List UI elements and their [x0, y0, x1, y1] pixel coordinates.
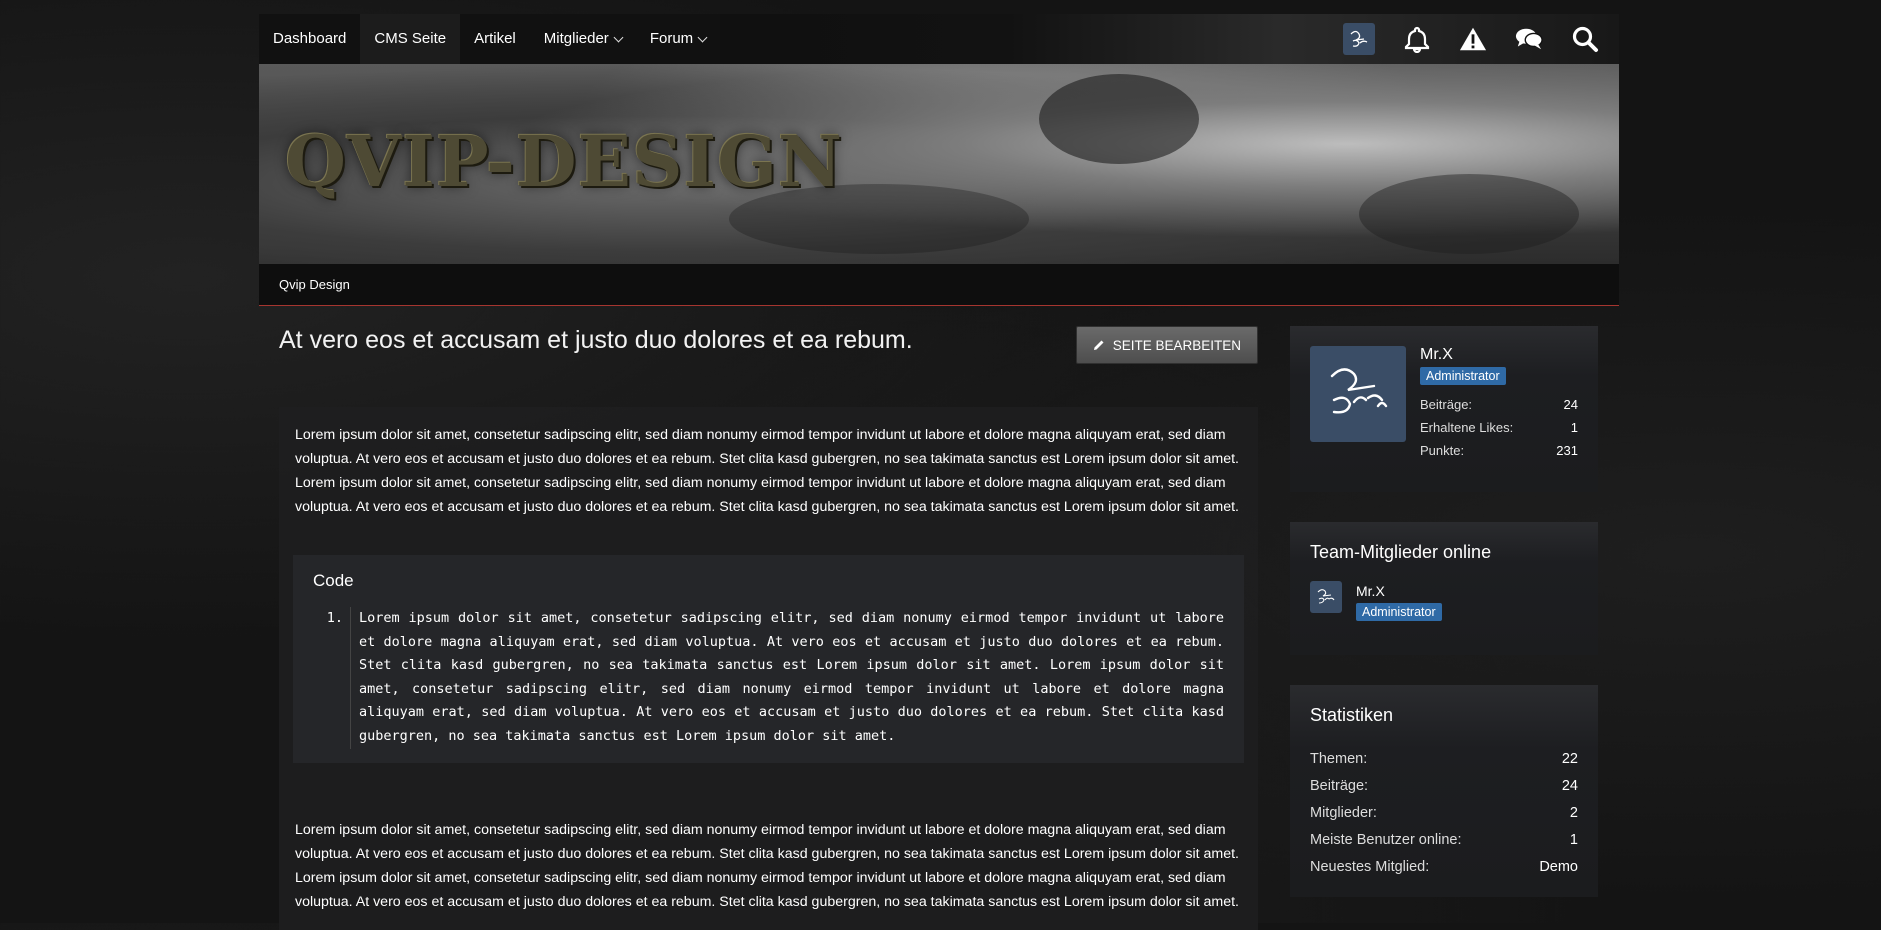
- user-avatar-large[interactable]: [1310, 346, 1406, 442]
- user-details: Mr.X Administrator Beiträge: 24 Erhaltene…: [1420, 346, 1578, 462]
- avatar-logo-icon: [1317, 589, 1335, 604]
- warning-icon[interactable]: [1459, 25, 1487, 53]
- content-paragraph: Lorem ipsum dolor sit amet, consetetur s…: [279, 407, 1258, 535]
- statistic-row: Beiträge: 24: [1310, 773, 1578, 800]
- user-stat-row: Erhaltene Likes: 1: [1420, 416, 1578, 439]
- user-name[interactable]: Mr.X: [1420, 346, 1578, 364]
- sidebar: Mr.X Administrator Beiträge: 24 Erhaltene…: [1290, 326, 1598, 927]
- bell-icon[interactable]: [1403, 25, 1431, 53]
- stat-label: Beiträge:: [1420, 397, 1473, 412]
- chat-icon[interactable]: [1515, 25, 1543, 53]
- chevron-down-icon: [613, 32, 624, 42]
- content-paragraph: Lorem ipsum dolor sit amet, consetetur s…: [279, 801, 1258, 930]
- code-block: Code 1. Lorem ipsum dolor sit amet, cons…: [293, 555, 1244, 763]
- statistic-value: 22: [1561, 751, 1578, 767]
- code-line-number: 1.: [326, 610, 343, 626]
- nav-item-cms-seite[interactable]: CMS Seite: [360, 14, 461, 64]
- statistic-label: Mitglieder:: [1310, 805, 1377, 821]
- nav-item-artikel[interactable]: Artikel: [460, 14, 530, 64]
- team-member-name[interactable]: Mr.X: [1356, 583, 1442, 599]
- user-panel: [1343, 14, 1599, 64]
- content-spacer: [279, 535, 1258, 555]
- team-member-role-badge: Administrator: [1356, 603, 1442, 621]
- top-navigation: Dashboard CMS Seite Artikel Mitglieder F…: [259, 14, 1619, 64]
- team-online-box: Team-Mitglieder online Mr.X Administrato…: [1290, 522, 1598, 655]
- avatar-logo-icon: [1330, 368, 1388, 414]
- user-stat-row: Punkte: 231: [1420, 439, 1578, 462]
- breadcrumb-current[interactable]: Qvip Design: [279, 277, 350, 292]
- statistic-row: Meiste Benutzer online: 1: [1310, 827, 1578, 854]
- team-member-details: Mr.X Administrator: [1356, 583, 1442, 621]
- statistic-row: Mitglieder: 2: [1310, 800, 1578, 827]
- chevron-down-icon: [697, 32, 708, 42]
- stat-value: 231: [1556, 443, 1578, 458]
- box-title: Statistiken: [1310, 705, 1394, 725]
- team-member-avatar[interactable]: [1310, 581, 1342, 613]
- user-card: Mr.X Administrator Beiträge: 24 Erhaltene…: [1310, 346, 1578, 462]
- user-info-box: Mr.X Administrator Beiträge: 24 Erhaltene…: [1290, 326, 1598, 492]
- user-role-badge: Administrator: [1420, 367, 1506, 385]
- statistic-row: Neuestes Mitglied: Demo: [1310, 854, 1578, 881]
- nav-item-label: Dashboard: [273, 30, 347, 47]
- nav-item-label: Artikel: [474, 30, 516, 47]
- stat-label: Punkte:: [1420, 443, 1465, 458]
- site-logo[interactable]: QVIP-DESIGN: [285, 120, 843, 203]
- stat-value: 24: [1563, 397, 1578, 412]
- statistic-value: 2: [1569, 805, 1578, 821]
- header-banner: QVIP-DESIGN: [259, 64, 1619, 264]
- avatar-logo-icon: [1350, 30, 1368, 47]
- box-title: Team-Mitglieder online: [1310, 542, 1492, 562]
- banner-texture: [1359, 174, 1579, 254]
- main-content: At vero eos et accusam et justo duo dolo…: [279, 326, 1258, 930]
- stat-label: Erhaltene Likes:: [1420, 420, 1514, 435]
- user-stat-row: Beiträge: 24: [1420, 393, 1578, 416]
- team-member: Mr.X Administrator: [1310, 581, 1578, 621]
- banner-texture: [1039, 74, 1199, 164]
- user-avatar[interactable]: [1343, 23, 1375, 55]
- nav-item-forum[interactable]: Forum: [635, 14, 721, 64]
- pencil-icon: [1093, 340, 1104, 350]
- code-wrapper: Code 1. Lorem ipsum dolor sit amet, cons…: [279, 555, 1258, 802]
- edit-page-label: Seite bearbeiten: [1112, 337, 1241, 353]
- page-header: At vero eos et accusam et justo duo dolo…: [279, 326, 1258, 407]
- code-line-text: Lorem ipsum dolor sit amet, consetetur s…: [349, 607, 1224, 749]
- statistic-value: 24: [1561, 778, 1578, 794]
- nav-item-mitglieder[interactable]: Mitglieder: [529, 14, 636, 64]
- code-content: 1. Lorem ipsum dolor sit amet, consetetu…: [313, 607, 1224, 749]
- page-title: At vero eos et accusam et justo duo dolo…: [279, 326, 913, 354]
- nav-item-dashboard[interactable]: Dashboard: [259, 14, 361, 64]
- code-title: Code: [313, 571, 354, 590]
- statistic-label: Neuestes Mitglied:: [1310, 859, 1430, 875]
- statistic-row: Themen: 22: [1310, 746, 1578, 773]
- nav-item-label: Mitglieder: [543, 30, 609, 47]
- statistic-label: Meiste Benutzer online:: [1310, 832, 1462, 848]
- search-icon[interactable]: [1571, 25, 1599, 53]
- statistics-box: Statistiken Themen: 22 Beiträge: 24 Mitgli…: [1290, 685, 1598, 897]
- stat-value: 1: [1570, 420, 1578, 435]
- breadcrumb: Qvip Design: [259, 264, 1619, 306]
- nav-item-label: CMS Seite: [374, 30, 447, 47]
- statistic-value: 1: [1569, 832, 1578, 848]
- nav-item-label: Forum: [649, 30, 694, 47]
- statistic-label: Themen:: [1310, 751, 1368, 767]
- page-wrapper: Dashboard CMS Seite Artikel Mitglieder F…: [259, 14, 1619, 930]
- statistic-value[interactable]: Demo: [1539, 854, 1578, 881]
- statistic-label: Beiträge:: [1310, 778, 1369, 794]
- edit-page-button[interactable]: Seite bearbeiten: [1075, 326, 1258, 364]
